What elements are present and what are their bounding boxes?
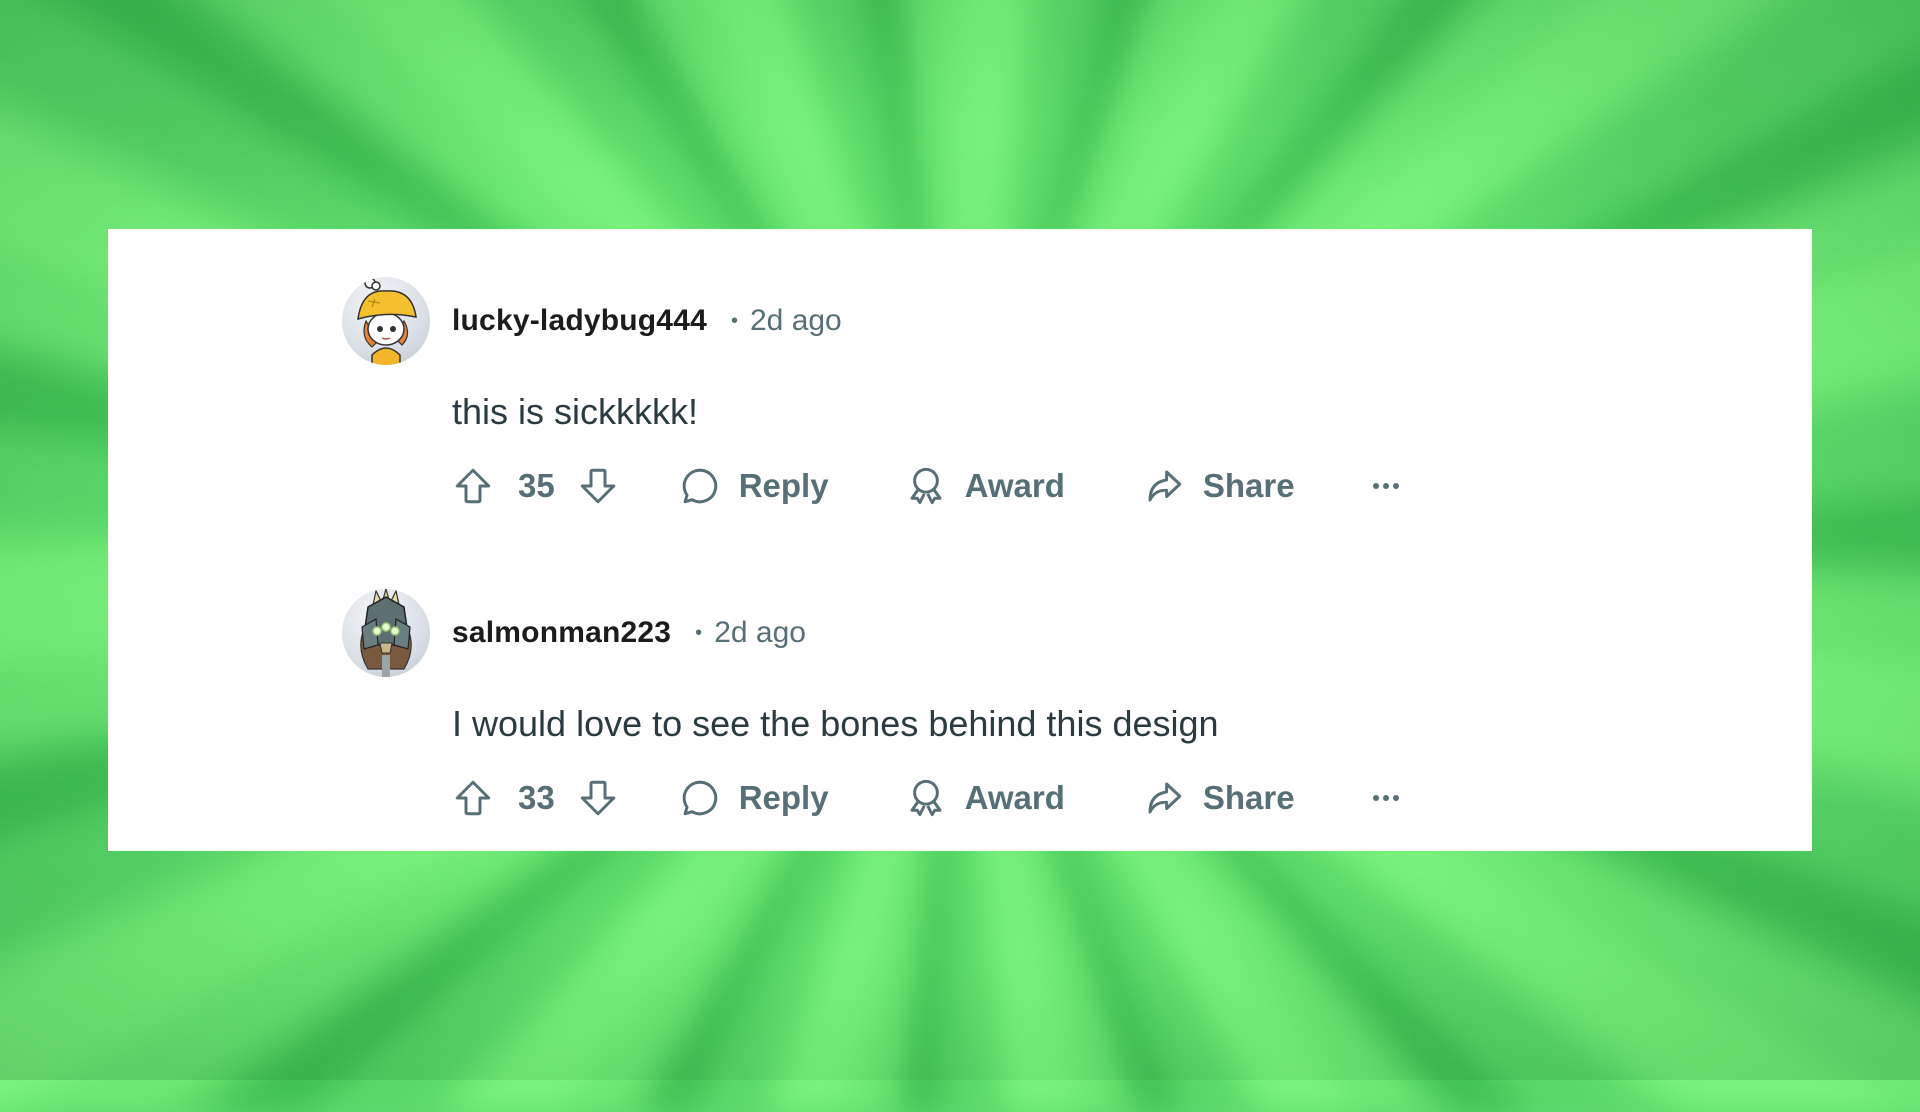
timestamp[interactable]: 2d ago [750,304,842,338]
more-options-button[interactable] [1372,471,1399,501]
avatar-armored-knight-icon [360,589,412,677]
upvote-button[interactable] [452,777,494,819]
share-label: Share [1202,467,1295,504]
share-button[interactable]: Share [1143,777,1295,819]
award-label: Award [964,779,1065,816]
ellipsis-icon [1372,783,1399,813]
ribbon-award-icon [910,467,942,505]
vote-count: 33 [518,779,555,816]
vote-count: 35 [518,467,555,504]
arrow-up-outline-icon [455,780,491,816]
arrow-up-outline-icon [455,468,491,504]
separator-dot: • [695,621,703,644]
timestamp[interactable]: 2d ago [714,616,806,650]
share-button[interactable]: Share [1143,465,1295,507]
reply-label: Reply [738,467,829,504]
comment-actions: 35 Reply Award Share [452,461,1399,511]
share-label: Share [1202,779,1295,816]
reply-button[interactable]: Reply [679,777,829,819]
curved-arrow-share-icon [1148,470,1182,502]
username[interactable]: salmonman223 [452,616,671,650]
reply-label: Reply [738,779,829,816]
arrow-down-outline-icon [580,780,615,816]
speech-bubble-icon [682,780,717,816]
comment-body: I would love to see the bones behind thi… [452,703,1219,744]
speech-bubble-icon [682,468,717,504]
award-label: Award [964,467,1065,504]
more-options-button[interactable] [1372,783,1399,813]
award-button[interactable]: Award [905,465,1065,507]
downvote-button[interactable] [577,465,619,507]
separator-dot: • [730,309,738,332]
comment-body: this is sickkkkk! [452,391,699,432]
comment-header: salmonman223 • 2d ago [452,615,806,651]
reply-button[interactable]: Reply [679,465,829,507]
curved-arrow-share-icon [1148,782,1182,814]
upvote-button[interactable] [452,465,494,507]
avatar[interactable] [342,589,430,677]
comments-card: lucky-ladybug444 • 2d ago this is sickkk… [108,229,1812,851]
arrow-down-outline-icon [580,468,615,504]
award-button[interactable]: Award [905,777,1065,819]
avatar[interactable] [342,277,430,365]
avatar-girl-yellow-bucket-hat-icon [357,277,417,365]
downvote-button[interactable] [577,777,619,819]
comment-actions: 33 Reply Award Share [452,773,1399,823]
ribbon-award-icon [910,779,942,817]
ellipsis-icon [1372,471,1399,501]
username[interactable]: lucky-ladybug444 [452,304,707,338]
comment-header: lucky-ladybug444 • 2d ago [452,303,842,339]
